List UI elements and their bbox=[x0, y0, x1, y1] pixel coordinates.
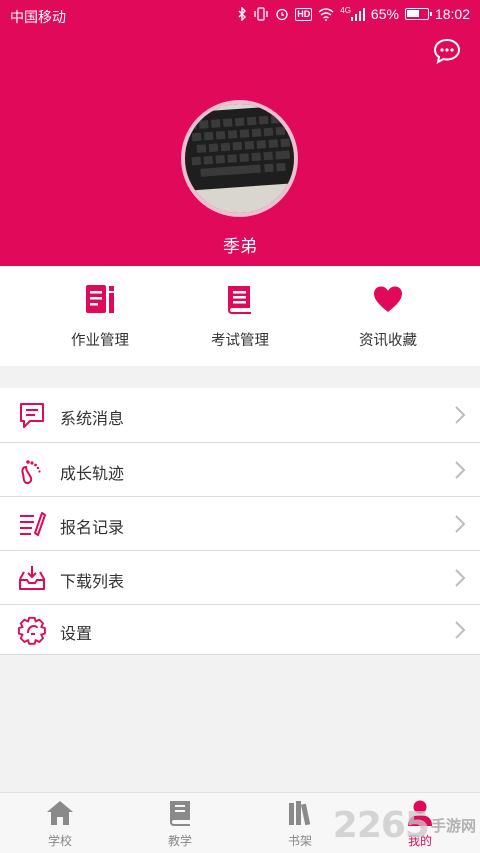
battery-icon bbox=[404, 8, 432, 20]
quick-action-label: 作业管理 bbox=[71, 333, 129, 349]
watermark-site: 手游网 bbox=[430, 817, 476, 835]
vibrate-icon bbox=[254, 7, 268, 21]
quick-action-exam[interactable]: 考试管理 bbox=[180, 266, 300, 366]
quick-action-homework[interactable]: 作业管理 bbox=[40, 266, 160, 366]
bookshelf-icon bbox=[289, 801, 311, 826]
home-icon bbox=[47, 801, 73, 825]
homework-icon bbox=[86, 285, 114, 313]
gear-icon bbox=[17, 616, 46, 645]
hd-badge: HD bbox=[295, 7, 313, 21]
username: 季弟 bbox=[223, 237, 257, 256]
signal-icon bbox=[350, 7, 365, 21]
menu-item-label: 系统消息 bbox=[60, 411, 125, 428]
tab-teaching[interactable]: 教学 bbox=[120, 793, 240, 853]
chevron-right-icon bbox=[455, 621, 466, 639]
tab-label: 教学 bbox=[167, 834, 192, 848]
battery-percent: 65% bbox=[370, 6, 399, 22]
book-icon bbox=[170, 801, 190, 826]
quick-actions: 作业管理 考试管理 资讯收藏 bbox=[0, 266, 480, 366]
tab-label: 学校 bbox=[47, 834, 72, 848]
tab-school[interactable]: 学校 bbox=[0, 793, 120, 853]
chat-bubble-icon[interactable] bbox=[432, 36, 462, 66]
watermark-number: 2265 bbox=[332, 804, 430, 846]
bluetooth-icon bbox=[238, 7, 247, 21]
chevron-right-icon bbox=[455, 406, 466, 424]
menu-item-system-messages[interactable]: 系统消息 bbox=[0, 388, 480, 443]
chevron-right-icon bbox=[455, 569, 466, 587]
menu-item-label: 报名记录 bbox=[60, 520, 125, 537]
menu-item-download-list[interactable]: 下载列表 bbox=[0, 551, 480, 605]
chevron-right-icon bbox=[455, 461, 466, 479]
watermark-logo: 2265 手游网 bbox=[333, 800, 476, 850]
wifi-icon bbox=[318, 7, 334, 21]
menu-item-label: 设置 bbox=[60, 626, 93, 643]
avatar[interactable] bbox=[181, 100, 298, 217]
heart-icon bbox=[374, 286, 402, 312]
avatar-keyboard-photo bbox=[185, 104, 294, 213]
carrier-name: 中国移动 bbox=[10, 9, 66, 25]
chevron-right-icon bbox=[455, 515, 466, 533]
menu-item-settings[interactable]: 设置 bbox=[0, 605, 480, 655]
menu-item-label: 成长轨迹 bbox=[60, 466, 125, 483]
clock: 18:02 bbox=[434, 6, 470, 22]
quick-action-label: 考试管理 bbox=[211, 333, 269, 349]
message-icon bbox=[20, 403, 44, 428]
profile-header: 中国移动 HD 4G 65% 18:02 季弟 bbox=[0, 0, 480, 266]
status-icons: HD 4G 65% 18:02 bbox=[237, 6, 470, 22]
alarm-icon bbox=[276, 8, 288, 21]
menu-item-growth-track[interactable]: 成长轨迹 bbox=[0, 443, 480, 497]
status-bar: 中国移动 HD 4G 65% 18:02 bbox=[0, 0, 480, 32]
settings-menu: 系统消息 成长轨迹 报名记录 下载列表 设置 bbox=[0, 388, 480, 655]
record-icon bbox=[20, 512, 46, 536]
network-type: 4G bbox=[340, 5, 351, 15]
footprint-icon bbox=[21, 460, 41, 484]
battery-level bbox=[406, 10, 420, 17]
quick-action-label: 资讯收藏 bbox=[359, 333, 417, 349]
menu-item-registration-records[interactable]: 报名记录 bbox=[0, 497, 480, 551]
quick-action-favorites[interactable]: 资讯收藏 bbox=[328, 266, 448, 366]
exam-book-icon bbox=[228, 286, 251, 314]
download-icon bbox=[19, 566, 45, 590]
menu-item-label: 下载列表 bbox=[60, 574, 125, 591]
